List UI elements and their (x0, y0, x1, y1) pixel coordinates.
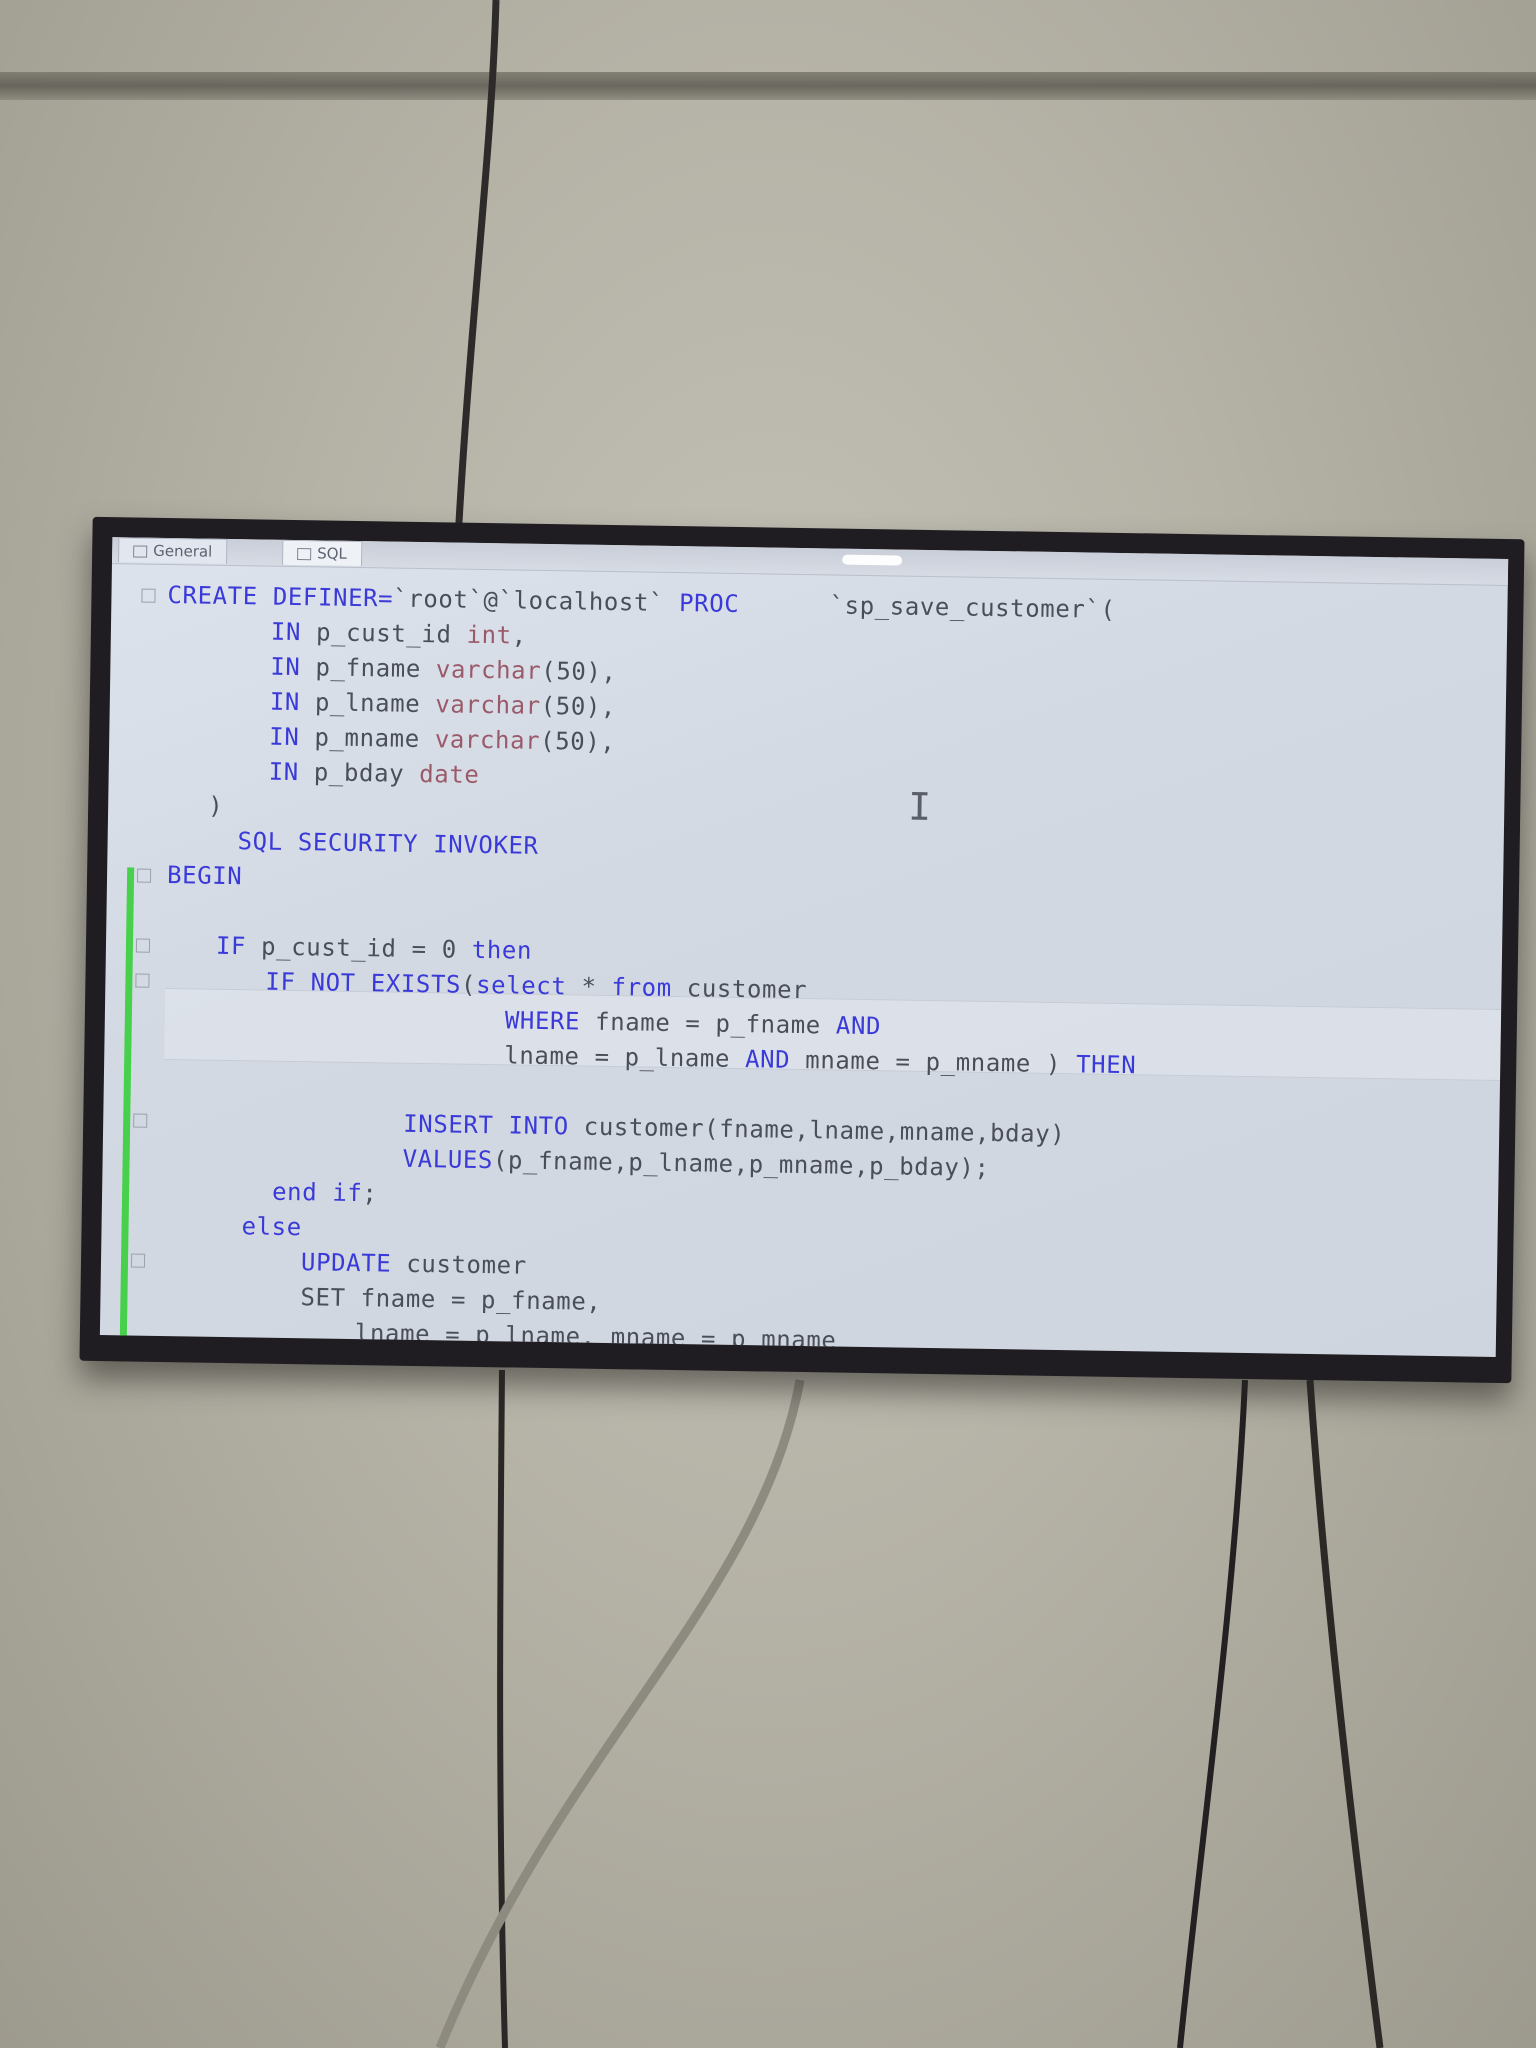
code-line: IN p_fname varchar(50), (270, 650, 617, 689)
code-token: (50), (540, 691, 617, 722)
code-token: (50), (539, 726, 616, 757)
code-line: lname = p_lname, mname = p_mname (355, 1316, 837, 1357)
code-line: IF p_cust_id = 0 then (135, 929, 533, 968)
code-token: IN (268, 757, 300, 787)
code-token: mname = p_mname ) (790, 1045, 1077, 1079)
fold-toggle-icon[interactable] (133, 1113, 148, 1128)
code-token: lname = p_lname, mname = p_mname (354, 1319, 837, 1355)
code-token: fname = p_fname (579, 1007, 837, 1040)
screen-glare (842, 554, 903, 566)
sql-icon (297, 547, 312, 560)
code-line: IN p_cust_id int, (271, 615, 527, 653)
code-token: varchar (435, 655, 542, 685)
code-token: VALUES (402, 1144, 494, 1175)
fold-toggle-icon[interactable] (136, 868, 152, 883)
tab-sql[interactable]: SQL (281, 539, 363, 567)
code-token: IN (269, 722, 300, 752)
fold-toggle-icon[interactable] (135, 973, 150, 988)
code-line: WHERE fname = p_fname AND (505, 1003, 882, 1043)
code-token: `root`@`localhost` (393, 584, 680, 618)
code-token: IN (270, 652, 301, 682)
code-line: else (241, 1209, 302, 1244)
code-token: int (466, 620, 512, 650)
code-token: IF NOT EXISTS (265, 967, 462, 999)
code-token: then (471, 935, 533, 965)
tab-general[interactable]: General (118, 537, 228, 564)
tab-bar: General SQL (111, 537, 1509, 587)
code-token: THEN (1075, 1050, 1137, 1080)
code-token: else (241, 1212, 303, 1242)
code-token: p_fname (300, 653, 437, 684)
code-token: end if (271, 1177, 363, 1208)
cable-bottom-mid (1177, 1379, 1248, 2048)
code-line: SET fname = p_fname, (300, 1280, 601, 1319)
code-token: , (511, 621, 527, 650)
code-token: customer (391, 1249, 527, 1280)
code-token: p_mname (299, 723, 436, 754)
fold-toggle-icon[interactable] (135, 938, 151, 953)
code-token: AND (744, 1045, 791, 1074)
code-line: BEGIN (136, 858, 243, 893)
cable-bottom-left (497, 1369, 508, 2048)
code-token: select (475, 970, 567, 1001)
cable-top (454, 0, 500, 541)
code-token: ) (207, 791, 224, 820)
code-token: WHERE (504, 1006, 581, 1036)
code-line: IN p_mname varchar(50), (269, 720, 616, 759)
monitor: General SQL CREATE DEFINER=`root`@`local… (79, 516, 1525, 1384)
code-token: p_cust_id (300, 618, 467, 649)
code-token: `sp_save_customer`( (829, 591, 1116, 624)
code-token: fname = p_fname, (345, 1283, 602, 1316)
code-token: varchar (434, 725, 541, 755)
code-token: IN (270, 617, 302, 647)
code-token: BEGIN (166, 861, 243, 891)
code-line: end if; (272, 1175, 378, 1211)
code-line: IN p_lname varchar(50), (270, 685, 617, 724)
cable-bottom-gray (435, 1379, 805, 2048)
code-token: (p_fname,p_lname,p_mname,p_bday); (492, 1146, 990, 1182)
code-token: from (611, 973, 672, 1002)
code-token: p_cust_id = 0 (245, 932, 473, 964)
text-cursor-icon: I (907, 784, 932, 830)
code-token: SQL SECURITY INVOKER (237, 827, 539, 860)
code-token: IN (269, 687, 301, 717)
code-token: p_lname (299, 688, 436, 719)
code-token: ; (362, 1179, 378, 1208)
code-line: IN p_bday date (268, 755, 480, 792)
code-token: INSERT INTO (403, 1109, 569, 1141)
code-token: UPDATE (300, 1248, 392, 1278)
code-line: ) (208, 789, 224, 823)
code-token: customer(fname,lname,mname,bday) (568, 1112, 1066, 1149)
cable-bottom-right (1306, 1379, 1384, 2048)
code-token: ( (460, 970, 477, 999)
code-token: (50), (541, 656, 617, 687)
fold-toggle-icon[interactable] (141, 588, 156, 603)
code-token: varchar (435, 690, 541, 720)
code-token: * (566, 972, 612, 1002)
code-line: UPDATE customer (130, 1245, 527, 1283)
code-token: p_bday (298, 758, 420, 788)
code-token: customer (671, 973, 808, 1005)
code-token: AND (835, 1011, 882, 1041)
code-token: date (419, 759, 480, 789)
code-token: lname = p_lname (504, 1041, 746, 1074)
code-line: SQL SECURITY INVOKER (237, 824, 538, 863)
code-token: CREATE DEFINER= (167, 580, 394, 613)
code-token: IF (215, 931, 247, 961)
editor-screen: General SQL CREATE DEFINER=`root`@`local… (99, 537, 1509, 1357)
code-token: SET (300, 1283, 346, 1312)
fold-toggle-icon[interactable] (130, 1253, 146, 1268)
table-icon (133, 544, 148, 558)
code-token: PROC (678, 589, 740, 618)
